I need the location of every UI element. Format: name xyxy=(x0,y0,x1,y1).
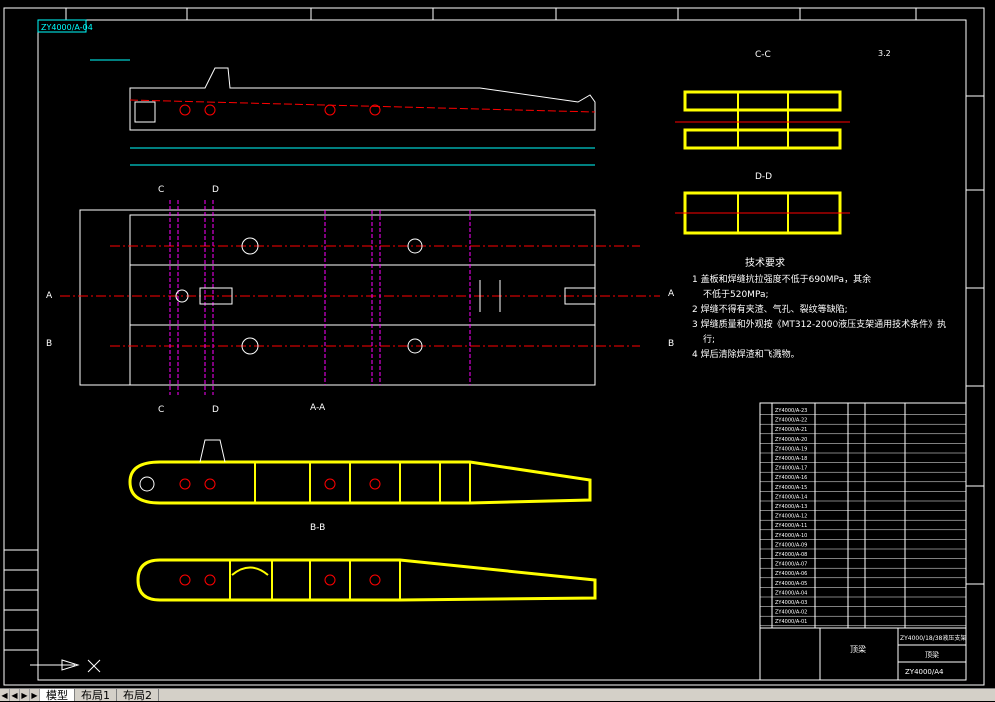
label-b-right: B xyxy=(668,339,674,349)
tech-line-5: 行; xyxy=(703,333,715,345)
bom-row-code: ZY4000/A-23 xyxy=(775,408,807,414)
label-a-left: A xyxy=(46,291,53,301)
tab-model[interactable]: 模型 xyxy=(40,689,75,701)
bom-row-code: ZY4000/A-07 xyxy=(775,562,807,568)
section-aa-ear xyxy=(199,439,226,463)
tech-line-1: 1 盖板和焊缝抗拉强度不低于690MPa，其余 xyxy=(692,273,871,285)
section-cc-label: C-C xyxy=(755,50,771,60)
bom-row-code: ZY4000/A-16 xyxy=(775,475,807,481)
label-d-top: D xyxy=(212,185,219,195)
tech-title: 技术要求 xyxy=(745,256,785,269)
cad-drawing[interactable]: ZY4000/A-04 A B A B C D C D A-A B-B C-C … xyxy=(0,0,995,688)
section-aa-holes xyxy=(139,476,381,492)
bom-row-code: ZY4000/A-10 xyxy=(775,533,807,539)
section-aa-label: A-A xyxy=(310,403,326,413)
section-bb-weldment xyxy=(136,558,597,602)
bom-row-code: ZY4000/A-09 xyxy=(775,542,807,548)
label-d-bottom: D xyxy=(212,405,219,415)
nav-prev-button[interactable]: ◀ xyxy=(10,689,20,701)
section-cc xyxy=(675,90,850,150)
bom-row-code: ZY4000/A-04 xyxy=(775,590,807,596)
revision-strip xyxy=(3,549,39,651)
nav-next-button[interactable]: ▶ xyxy=(20,689,30,701)
tab-bar-empty xyxy=(159,689,995,701)
title-material: 顶梁 xyxy=(925,650,939,659)
nav-first-button[interactable]: ◀ xyxy=(0,689,10,701)
surface-mark: 3.2 xyxy=(878,49,891,58)
bom-row-code: ZY4000/A-15 xyxy=(775,485,807,491)
bom-row-code: ZY4000/A-03 xyxy=(775,600,807,606)
tech-requirements: 技术要求 1 盖板和焊缝抗拉强度不低于690MPa，其余 不低于520MPa; … xyxy=(692,256,946,360)
bom-row-code: ZY4000/A-20 xyxy=(775,437,807,443)
plan-view xyxy=(60,200,660,395)
bom-row-code: ZY4000/A-21 xyxy=(775,427,807,433)
tech-line-3: 2 焊缝不得有夹渣、气孔、裂纹等缺陷; xyxy=(692,303,848,315)
bom-row-code: ZY4000/A-18 xyxy=(775,456,807,462)
bom-row-code: ZY4000/A-01 xyxy=(775,619,807,625)
tab-layout1[interactable]: 布局1 xyxy=(75,689,117,701)
bom-row-code: ZY4000/A-06 xyxy=(775,571,807,577)
bom-row-code: ZY4000/A-11 xyxy=(775,523,807,529)
bom-row-code: ZY4000/A-02 xyxy=(775,610,807,616)
title-name: 顶梁 xyxy=(850,645,866,654)
bom-row-code: ZY4000/A-05 xyxy=(775,581,807,587)
section-bb-label: B-B xyxy=(310,523,325,533)
top-side-view xyxy=(90,59,596,166)
bom-row-code: ZY4000/A-13 xyxy=(775,504,807,510)
section-dd-label: D-D xyxy=(755,172,772,182)
section-dd xyxy=(675,191,850,235)
bom-text: ZY4000/A-23 ZY4000/A-22 ZY4000/A-21 ZY4000/… xyxy=(760,408,966,627)
bom-row-code: ZY4000/A-22 xyxy=(775,418,807,424)
title-drawing-no: ZY4000/A4 xyxy=(905,668,944,676)
corner-stamp: ZY4000/A-04 xyxy=(37,19,93,33)
ucs-icon xyxy=(30,659,101,673)
label-c-top: C xyxy=(158,185,164,195)
tech-line-4: 3 焊缝质量和外观按《MT312-2000液压支架通用技术条件》执 xyxy=(692,318,946,330)
bom-row-code: ZY4000/A-12 xyxy=(775,514,807,520)
drawing-canvas[interactable]: ZY4000/A-04 A B A B C D C D A-A B-B C-C … xyxy=(0,0,995,688)
label-c-bottom: C xyxy=(158,405,164,415)
title-company: ZY4000/18/38液压支架 xyxy=(900,634,966,642)
label-b-left: B xyxy=(46,339,52,349)
stamp-text: ZY4000/A-04 xyxy=(41,23,93,32)
bom-row-code: ZY4000/A-19 xyxy=(775,446,807,452)
tech-line-2: 不低于520MPa; xyxy=(703,288,769,300)
layout-tab-bar: ◀ ◀ ▶ ▶ 模型 布局1 布局2 xyxy=(0,688,995,701)
bom-row-code: ZY4000/A-08 xyxy=(775,552,807,558)
bom-row-code: ZY4000/A-14 xyxy=(775,494,807,500)
section-aa-weldment xyxy=(128,460,592,505)
label-a-right: A xyxy=(668,289,675,299)
tab-layout2[interactable]: 布局2 xyxy=(117,689,159,701)
tech-line-6: 4 焊后清除焊渣和飞溅物。 xyxy=(692,348,800,360)
nav-last-button[interactable]: ▶ xyxy=(30,689,40,701)
bom-row-code: ZY4000/A-17 xyxy=(775,466,807,472)
section-bb-saddle xyxy=(231,566,269,576)
